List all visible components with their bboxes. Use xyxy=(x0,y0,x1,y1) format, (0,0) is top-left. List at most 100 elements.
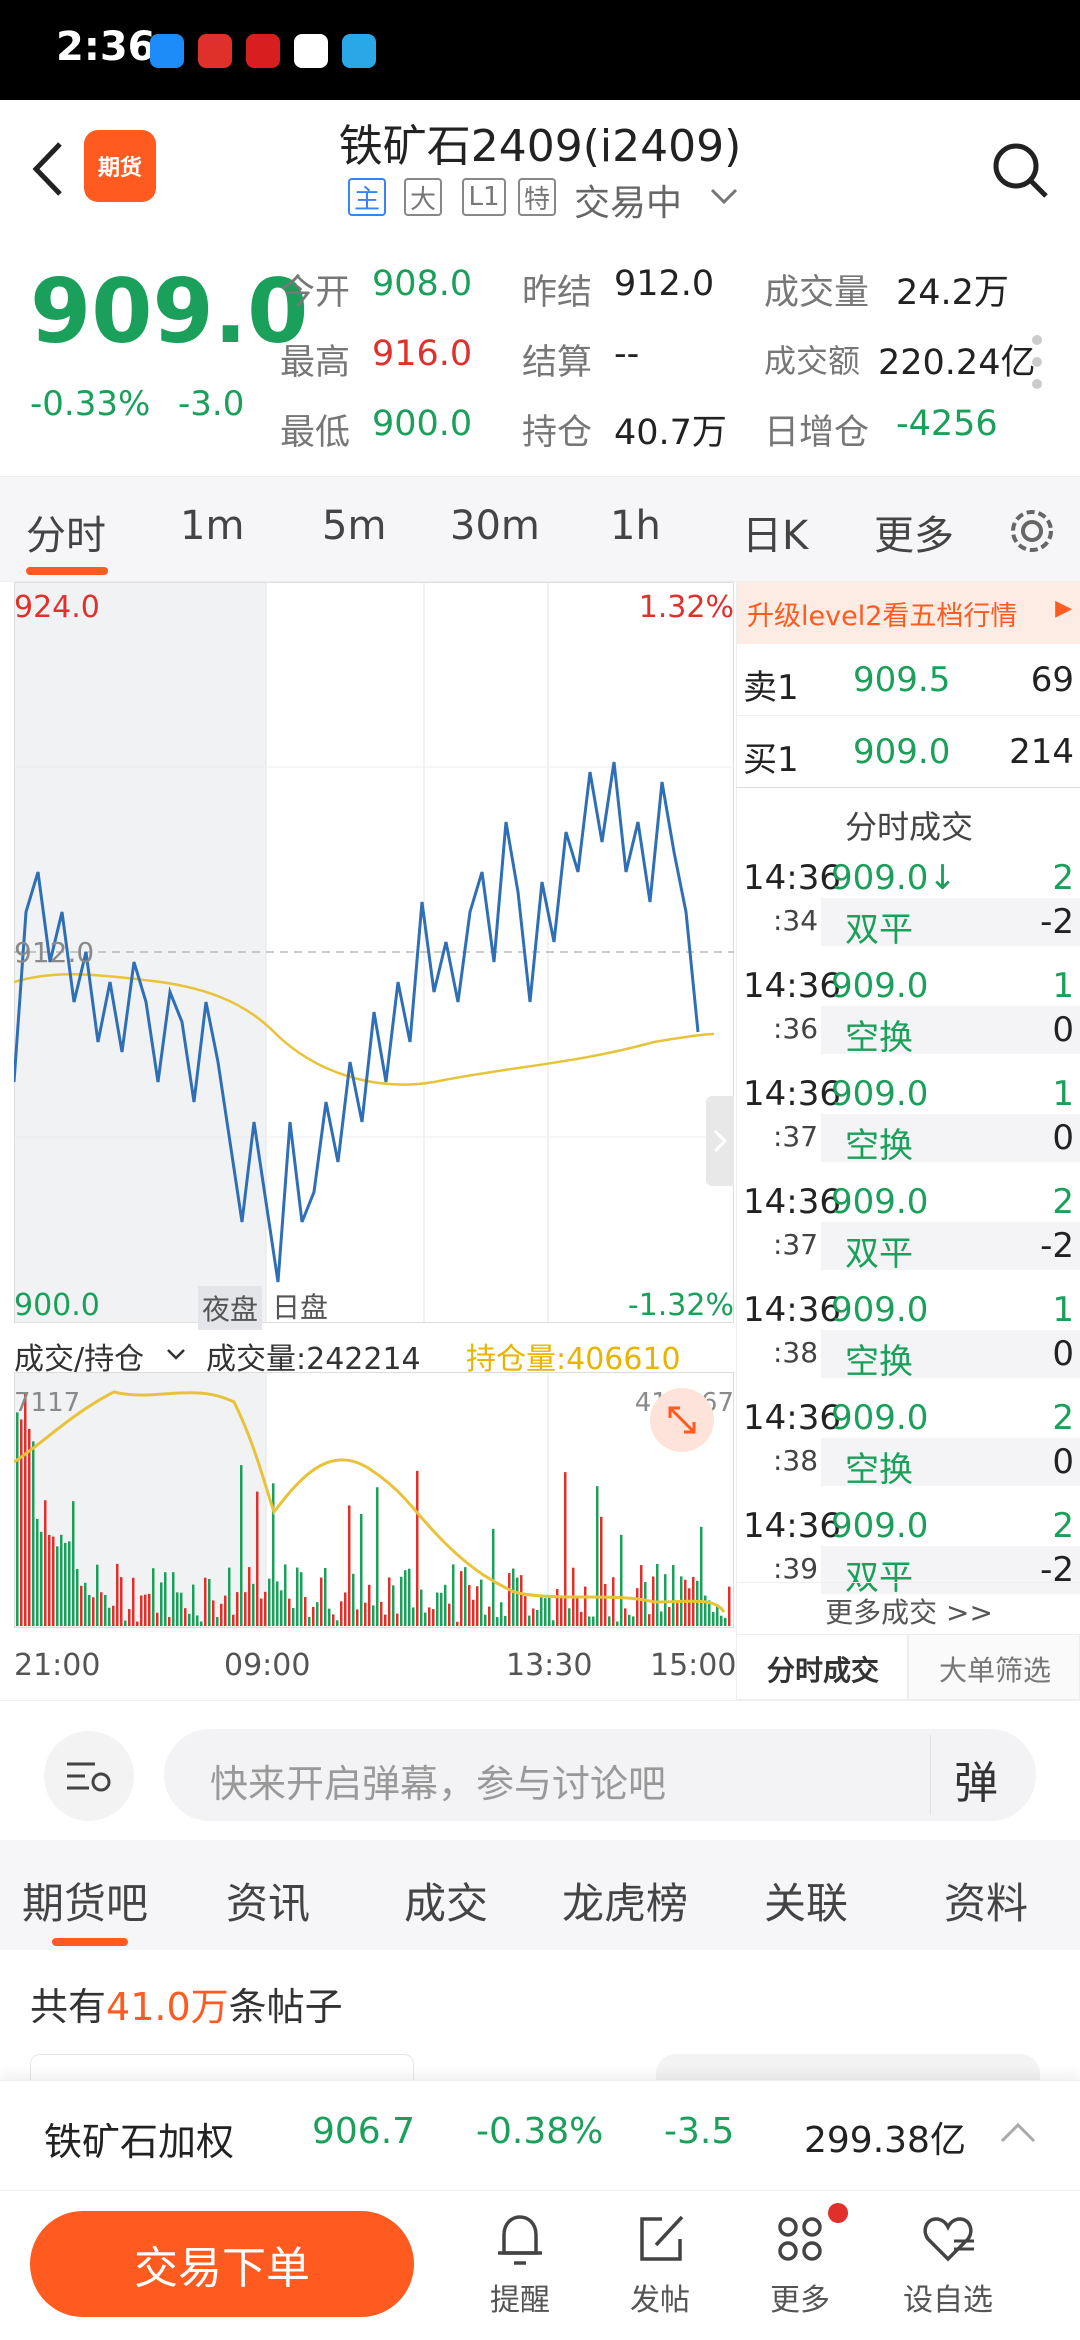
volume-bar xyxy=(220,1603,223,1626)
trade-order-button[interactable]: 交易下单 xyxy=(30,2211,414,2317)
volume-bar xyxy=(164,1572,167,1626)
tab-1m[interactable]: 1m xyxy=(180,503,244,549)
ticks-title: 分时成交 xyxy=(844,808,973,846)
more-button[interactable]: 更多 xyxy=(740,2209,860,2329)
change-pct: -0.33% xyxy=(30,384,151,424)
volume-bar xyxy=(340,1601,343,1626)
volume-bar xyxy=(296,1567,299,1626)
volume-bar xyxy=(416,1470,419,1626)
tick-qty: 2 xyxy=(1052,1398,1074,1438)
volume-bar xyxy=(500,1602,503,1626)
tab-tick-trades[interactable]: 分时成交 xyxy=(736,1634,908,1700)
volume-bar xyxy=(36,1518,39,1626)
post-button[interactable]: 发帖 xyxy=(600,2209,720,2329)
tag-main: 主 xyxy=(348,178,386,216)
weighted-index-bar[interactable]: 铁矿石加权 906.7 -0.38% -3.5 299.38亿 xyxy=(0,2080,1080,2190)
tab-more[interactable]: 更多 xyxy=(874,503,954,561)
tab-5m[interactable]: 5m xyxy=(322,503,386,549)
bid-qty: 214 xyxy=(1009,732,1074,772)
volume-axis-max: 7117 xyxy=(14,1388,81,1418)
tick-seconds: :39 xyxy=(773,1552,819,1585)
volume-bar xyxy=(672,1565,675,1626)
volume-bar xyxy=(252,1583,255,1626)
search-icon[interactable] xyxy=(990,140,1050,200)
level2-banner[interactable]: 升级level2看五档行情 ▶ xyxy=(736,582,1080,644)
volume-bar xyxy=(712,1612,715,1626)
tick-type: 空换 xyxy=(845,1126,913,1166)
volume-bar xyxy=(44,1500,47,1626)
volume-bar xyxy=(40,1531,43,1626)
tick-time: 14:36 xyxy=(743,966,841,1006)
more-trades-link[interactable]: 更多成交 >> xyxy=(736,1582,1080,1634)
chevron-down-icon[interactable] xyxy=(710,188,738,206)
volume-bar xyxy=(16,1412,19,1626)
bell-icon xyxy=(498,2215,542,2265)
volume-bar xyxy=(476,1586,479,1626)
alert-button[interactable]: 提醒 xyxy=(460,2209,580,2329)
volume-bar xyxy=(28,1428,31,1626)
comment-placeholder: 快来开启弹幕，参与讨论吧 xyxy=(210,1762,667,1806)
prev-settle-label: 昨结 xyxy=(522,273,593,313)
volume-bar xyxy=(524,1596,527,1626)
tab-intraday[interactable]: 分时 xyxy=(26,503,106,561)
tick-price: 909.0 xyxy=(831,1398,929,1438)
tab-dragon-tiger[interactable]: 龙虎榜 xyxy=(562,1870,688,1931)
chevron-up-icon[interactable] xyxy=(1000,2121,1036,2143)
axis-min-pct: -1.32% xyxy=(627,1288,734,1323)
grid-icon xyxy=(778,2217,822,2261)
tab-trades[interactable]: 成交 xyxy=(404,1870,488,1931)
volume-bar xyxy=(200,1621,203,1626)
volume-bar xyxy=(48,1534,51,1626)
tab-1h[interactable]: 1h xyxy=(610,503,661,549)
chevron-down-icon[interactable] xyxy=(166,1348,186,1362)
tab-news[interactable]: 资讯 xyxy=(226,1870,310,1931)
tab-profile[interactable]: 资料 xyxy=(944,1870,1028,1931)
page-title: 铁矿石2409(i2409) xyxy=(338,121,742,172)
volume-bar xyxy=(216,1617,219,1626)
tick-list: 分时成交 14:36 909.0↓ 2:34 双平 -2 14:36 909.0 1:36 空换… xyxy=(736,788,1080,1598)
volume-bar xyxy=(644,1582,647,1626)
danmu-toggle[interactable]: 弹 xyxy=(954,1747,998,1811)
comment-input[interactable]: 快来开启弹幕，参与讨论吧 弹 xyxy=(164,1729,1036,1821)
volume-bar xyxy=(132,1577,135,1626)
tab-futures-forum[interactable]: 期货吧 xyxy=(22,1870,148,1931)
volume-bar xyxy=(120,1577,123,1626)
tick-seconds: :34 xyxy=(773,904,819,937)
tick-time: 14:36 xyxy=(743,1182,841,1222)
settle-value: -- xyxy=(614,334,640,374)
volume-indicator-select[interactable]: 成交/持仓 xyxy=(14,1334,144,1378)
tick-seconds: :37 xyxy=(773,1228,819,1261)
header: 期货 铁矿石2409(i2409) 主 大 L1 特 交易中 xyxy=(0,100,1080,236)
volume-bar xyxy=(668,1607,671,1626)
tab-related[interactable]: 关联 xyxy=(764,1870,848,1931)
high-label: 最高 xyxy=(280,343,351,383)
volume-bar xyxy=(180,1592,183,1626)
more-vertical-icon[interactable] xyxy=(1030,332,1044,392)
volume-total: 成交量:242214 xyxy=(206,1342,421,1377)
index-change-pct: -0.38% xyxy=(476,2111,604,2152)
add-watchlist-button[interactable]: 设自选 xyxy=(888,2209,1008,2329)
night-session-label: 夜盘 xyxy=(198,1286,263,1330)
bottom-bar: 交易下单 提醒 发帖 更多 设自选 xyxy=(0,2190,1080,2340)
volume-bar xyxy=(184,1608,187,1626)
tick-time: 14:36 xyxy=(743,1290,841,1330)
tick-time: 14:36 xyxy=(743,1074,841,1114)
volume-bar xyxy=(640,1565,643,1626)
trading-state[interactable]: 交易中 xyxy=(574,174,682,226)
time-tick: 13:30 xyxy=(506,1648,593,1683)
index-price: 906.7 xyxy=(312,2111,416,2152)
volume-bar xyxy=(480,1579,483,1626)
tick-price: 909.0 xyxy=(831,1074,929,1114)
tab-daily-k[interactable]: 日K xyxy=(742,503,808,561)
chart-expand-handle[interactable] xyxy=(706,1096,734,1186)
volume-bar xyxy=(576,1597,579,1626)
axis-max-pct: 1.32% xyxy=(638,590,734,625)
danmu-settings-button[interactable] xyxy=(44,1731,134,1821)
volume-label: 成交量 xyxy=(764,273,870,313)
intraday-chart[interactable]: 924.0 1.32% 912.0 900.0 -1.32% 夜盘 日盘 成交/… xyxy=(14,582,736,1700)
volume-bar xyxy=(20,1419,23,1626)
gear-icon[interactable] xyxy=(1006,505,1058,557)
tab-30m[interactable]: 30m xyxy=(450,503,540,549)
fullscreen-button[interactable] xyxy=(650,1388,714,1452)
tab-big-orders[interactable]: 大单筛选 xyxy=(908,1634,1080,1700)
